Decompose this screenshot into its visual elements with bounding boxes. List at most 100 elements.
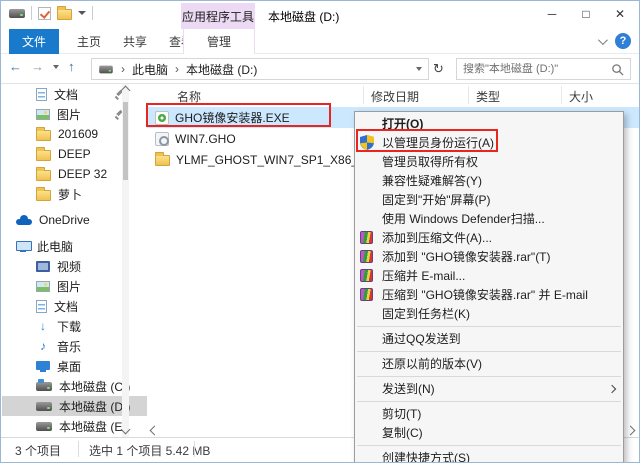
folder-icon [36, 166, 51, 181]
separator [92, 6, 93, 20]
menu-separator [357, 350, 621, 352]
new-folder-button[interactable] [57, 5, 72, 20]
address-bar[interactable]: › 此电脑 › 本地磁盘 (D:) [91, 58, 429, 80]
menu-item-send-to[interactable]: 发送到(N) [355, 379, 623, 398]
tab-manage[interactable]: 管理 [183, 29, 255, 54]
blank-icon [360, 173, 382, 188]
menu-item-compat-troubleshoot[interactable]: 兼容性疑难解答(Y) [355, 171, 623, 190]
winrar-icon [360, 268, 382, 283]
submenu-arrow-icon [607, 384, 617, 393]
menu-item-take-ownership[interactable]: 管理员取得所有权 [355, 152, 623, 171]
winrar-icon [360, 249, 382, 264]
computer-icon [16, 240, 32, 252]
window-controls: ─ □ ✕ [535, 1, 637, 27]
pictures-icon [36, 108, 50, 120]
menu-separator [357, 375, 621, 377]
menu-item-create-shortcut[interactable]: 创建快捷方式(S) [355, 448, 623, 462]
status-divider [78, 441, 79, 457]
minimize-button[interactable]: ─ [535, 1, 569, 27]
menu-item-pin-to-taskbar[interactable]: 固定到任务栏(K) [355, 304, 623, 323]
sidebar-scrollbar[interactable] [120, 84, 131, 438]
help-icon[interactable]: ? [615, 33, 631, 49]
breadcrumb-this-pc[interactable]: 此电脑 [132, 61, 168, 78]
blank-icon [360, 154, 382, 169]
breadcrumb-chevron-icon: › [121, 62, 125, 76]
menu-item-copy[interactable]: 复制(C) [355, 423, 623, 442]
download-icon: ↓ [40, 319, 46, 333]
blank-icon [360, 406, 382, 421]
quick-access-toolbar [9, 5, 93, 20]
close-button[interactable]: ✕ [603, 1, 637, 27]
folder-icon [155, 152, 170, 166]
menu-item-add-to-archive[interactable]: 添加到压缩文件(A)... [355, 228, 623, 247]
winrar-icon [360, 287, 382, 302]
location-drive-icon [99, 65, 113, 73]
scrollbar-thumb[interactable] [123, 102, 128, 180]
context-menu: 打开(O) 以管理员身份运行(A) 管理员取得所有权 兼容性疑难解答(Y) 固定… [354, 111, 624, 462]
breadcrumb-chevron-icon: › [175, 62, 180, 76]
menu-item-cut[interactable]: 剪切(T) [355, 404, 623, 423]
breadcrumb-current-drive[interactable]: 本地磁盘 (D:) [186, 61, 257, 78]
blank-icon [360, 211, 382, 226]
blank-icon [360, 306, 382, 321]
menu-item-compress-and-email[interactable]: 压缩并 E-mail... [355, 266, 623, 285]
up-button[interactable]: ↑ [68, 59, 75, 74]
tab-share[interactable]: 共享 [113, 29, 157, 54]
address-bar-row: ← → ↑ › 此电脑 › 本地磁盘 (D:) ↻ [1, 54, 639, 84]
column-header-size[interactable]: 大小 [569, 88, 593, 105]
menu-separator [357, 444, 621, 446]
annotation-box-run-as-admin [356, 129, 498, 152]
document-icon [36, 87, 47, 101]
drive-icon [9, 8, 25, 18]
column-header-date[interactable]: 修改日期 [371, 88, 419, 105]
address-dropdown-icon[interactable] [416, 67, 422, 71]
title-bar: 应用程序工具 本地磁盘 (D:) ─ □ ✕ [1, 1, 639, 29]
forward-button[interactable]: → [31, 59, 44, 74]
menu-item-pin-to-start[interactable]: 固定到"开始"屏幕(P) [355, 190, 623, 209]
search-box[interactable] [456, 58, 631, 80]
menu-item-defender-scan[interactable]: 使用 Windows Defender扫描... [355, 209, 623, 228]
window-title: 本地磁盘 (D:) [268, 10, 340, 24]
menu-item-add-to-named-rar[interactable]: 添加到 "GHO镜像安装器.rar"(T) [355, 247, 623, 266]
separator [31, 6, 32, 20]
blank-icon [360, 331, 382, 346]
qat-customize-dropdown[interactable] [78, 11, 86, 15]
menu-item-compress-named-and-email[interactable]: 压缩到 "GHO镜像安装器.rar" 并 E-mail [355, 285, 623, 304]
tab-file[interactable]: 文件 [9, 29, 59, 54]
status-divider [194, 441, 195, 457]
search-icon [612, 63, 624, 76]
blank-icon [360, 192, 382, 207]
winrar-icon [360, 230, 382, 245]
tab-home[interactable]: 主页 [67, 29, 111, 54]
column-header-type[interactable]: 类型 [476, 88, 500, 105]
column-divider[interactable] [468, 86, 469, 104]
back-button[interactable]: ← [9, 59, 22, 74]
blank-icon [360, 381, 382, 396]
scroll-up-icon[interactable] [120, 85, 131, 96]
maximize-button[interactable]: □ [569, 1, 603, 27]
explorer-window: 应用程序工具 本地磁盘 (D:) ─ □ ✕ 文件 主页 共享 查看 管理 ? … [0, 0, 640, 463]
onedrive-cloud-icon [16, 215, 32, 225]
contextual-tab-group-label: 应用程序工具 [181, 3, 255, 29]
folder-icon [36, 146, 51, 161]
annotation-box-file [146, 103, 331, 127]
recent-locations-dropdown[interactable] [53, 64, 59, 69]
music-icon: ♪ [40, 339, 46, 353]
document-icon [36, 299, 47, 313]
ribbon-right-controls: ? [597, 33, 631, 49]
column-divider[interactable] [561, 86, 562, 104]
menu-item-send-via-qq[interactable]: 通过QQ发送到 [355, 329, 623, 348]
menu-item-restore-previous[interactable]: 还原以前的版本(V) [355, 354, 623, 373]
properties-button[interactable] [38, 6, 51, 20]
blank-icon [360, 425, 382, 440]
refresh-button[interactable]: ↻ [433, 61, 444, 77]
blank-icon [360, 450, 382, 462]
video-icon [36, 260, 50, 272]
search-input[interactable] [463, 63, 611, 75]
ribbon-collapse-chevron-icon[interactable] [597, 34, 608, 45]
column-divider[interactable] [363, 86, 364, 104]
desktop-icon [36, 360, 50, 372]
menu-separator [357, 400, 621, 402]
scroll-down-icon[interactable] [120, 424, 131, 435]
drive-icon [36, 378, 52, 391]
